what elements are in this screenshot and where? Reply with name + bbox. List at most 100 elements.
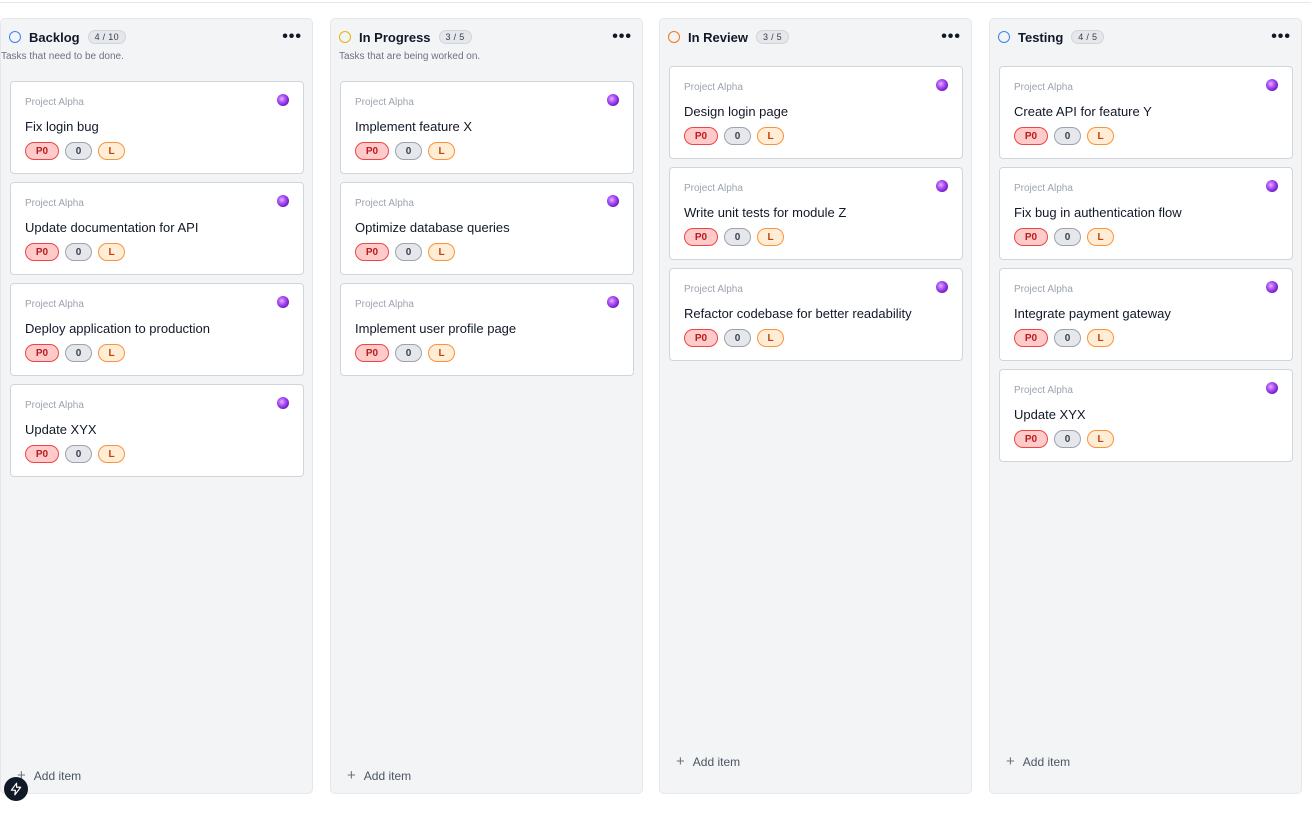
tag-group: P0 0 L [684,127,784,145]
task-title: Create API for feature Y [1014,104,1152,119]
card-list: Project Alpha Implement feature X P0 0 L… [340,81,634,384]
size-tag: L [757,329,784,347]
project-name: Project Alpha [25,299,84,310]
project-name: Project Alpha [1014,284,1073,295]
project-name: Project Alpha [355,198,414,209]
priority-tag: P0 [25,142,59,160]
count-badge: 3 / 5 [755,30,789,44]
priority-tag: P0 [1014,329,1048,347]
task-card[interactable]: Project Alpha Update XYX P0 0 L [10,384,304,477]
size-tag: L [1087,329,1114,347]
points-tag: 0 [724,329,751,347]
avatar-icon[interactable] [277,195,289,207]
more-horizontal-icon[interactable]: ••• [610,29,634,45]
task-card[interactable]: Project Alpha Write unit tests for modul… [669,167,963,260]
avatar-icon[interactable] [607,296,619,308]
task-title: Update documentation for API [25,220,199,235]
avatar-icon[interactable] [1266,281,1278,293]
plus-icon: + [347,767,356,784]
card-list: Project Alpha Design login page P0 0 L P… [669,66,963,369]
add-item-button[interactable]: + Add item [347,767,411,784]
size-tag: L [98,142,125,160]
avatar-icon[interactable] [277,397,289,409]
column-testing: Testing 4 / 5 ••• Project Alpha Create A… [989,18,1302,794]
task-card[interactable]: Project Alpha Refactor codebase for bett… [669,268,963,361]
tag-group: P0 0 L [25,344,125,362]
priority-tag: P0 [25,445,59,463]
points-tag: 0 [1054,329,1081,347]
size-tag: L [428,243,455,261]
tag-group: P0 0 L [1014,430,1114,448]
task-card[interactable]: Project Alpha Deploy application to prod… [10,283,304,376]
count-badge: 4 / 10 [87,30,126,44]
add-item-button[interactable]: + Add item [1006,753,1070,770]
size-tag: L [98,243,125,261]
tag-group: P0 0 L [355,243,455,261]
avatar-icon[interactable] [277,94,289,106]
points-tag: 0 [65,445,92,463]
task-card[interactable]: Project Alpha Update documentation for A… [10,182,304,275]
size-tag: L [1087,430,1114,448]
tag-group: P0 0 L [25,243,125,261]
task-card[interactable]: Project Alpha Fix bug in authentication … [999,167,1293,260]
tag-group: P0 0 L [1014,127,1114,145]
points-tag: 0 [395,142,422,160]
task-card[interactable]: Project Alpha Implement user profile pag… [340,283,634,376]
avatar-icon[interactable] [1266,382,1278,394]
column-header: Backlog 4 / 10 ••• [9,28,304,46]
plus-icon: + [676,753,685,770]
task-card[interactable]: Project Alpha Update XYX P0 0 L [999,369,1293,462]
add-item-label: Add item [363,768,412,783]
size-tag: L [1087,127,1114,145]
count-badge: 4 / 5 [1071,30,1105,44]
avatar-icon[interactable] [1266,79,1278,91]
avatar-icon[interactable] [607,195,619,207]
task-title: Update XYX [25,422,97,437]
task-card[interactable]: Project Alpha Design login page P0 0 L [669,66,963,159]
task-title: Fix login bug [25,119,99,134]
task-card[interactable]: Project Alpha Implement feature X P0 0 L [340,81,634,174]
avatar-icon[interactable] [607,94,619,106]
task-card[interactable]: Project Alpha Create API for feature Y P… [999,66,1293,159]
status-circle-icon [998,31,1010,43]
points-tag: 0 [724,228,751,246]
more-horizontal-icon[interactable]: ••• [1269,29,1293,45]
points-tag: 0 [65,142,92,160]
size-tag: L [98,344,125,362]
size-tag: L [98,445,125,463]
top-divider [0,0,1311,3]
add-item-button[interactable]: + Add item [17,767,81,784]
column-title: Backlog [29,29,80,45]
task-card[interactable]: Project Alpha Optimize database queries … [340,182,634,275]
task-card[interactable]: Project Alpha Fix login bug P0 0 L [10,81,304,174]
avatar-icon[interactable] [936,180,948,192]
avatar-icon[interactable] [1266,180,1278,192]
avatar-icon[interactable] [936,281,948,293]
priority-tag: P0 [684,329,718,347]
task-title: Integrate payment gateway [1014,306,1171,321]
avatar-icon[interactable] [936,79,948,91]
avatar-icon[interactable] [277,296,289,308]
lightning-icon[interactable] [4,777,28,801]
priority-tag: P0 [25,344,59,362]
priority-tag: P0 [1014,430,1048,448]
add-item-button[interactable]: + Add item [676,753,740,770]
project-name: Project Alpha [355,97,414,108]
priority-tag: P0 [1014,228,1048,246]
task-title: Refactor codebase for better readability [684,306,912,321]
priority-tag: P0 [355,142,389,160]
column-backlog: Backlog 4 / 10 ••• Tasks that need to be… [0,18,313,794]
tag-group: P0 0 L [684,228,784,246]
add-item-label: Add item [33,768,82,783]
project-name: Project Alpha [25,198,84,209]
column-description: Tasks that need to be done. [1,51,124,62]
more-horizontal-icon[interactable]: ••• [939,29,963,45]
status-circle-icon [668,31,680,43]
task-card[interactable]: Project Alpha Integrate payment gateway … [999,268,1293,361]
points-tag: 0 [1054,430,1081,448]
column-title: Testing [1018,29,1064,45]
column-header: In Review 3 / 5 ••• [668,28,963,46]
points-tag: 0 [395,243,422,261]
project-name: Project Alpha [1014,385,1073,396]
more-horizontal-icon[interactable]: ••• [280,29,304,45]
